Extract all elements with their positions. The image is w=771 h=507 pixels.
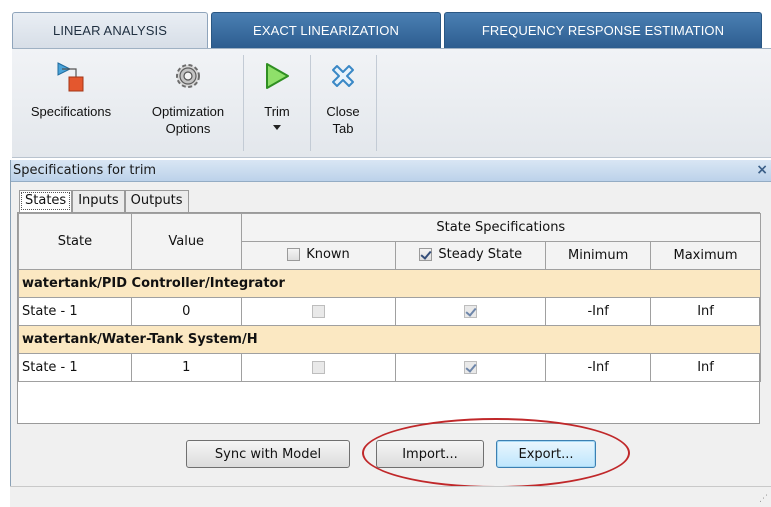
steady-state-cell (395, 297, 547, 326)
table-group-row: watertank/PID Controller/Integrator (18, 269, 761, 298)
export-button[interactable]: Export... (496, 440, 596, 468)
specifications-label: Specifications (30, 104, 112, 119)
panel-close-icon[interactable]: × (756, 162, 768, 178)
group-name: watertank/Water-Tank System/H (18, 325, 761, 354)
steady-state-checkbox[interactable] (464, 361, 478, 374)
value-cell[interactable]: 1 (130, 353, 242, 382)
steady-state-all-checkbox[interactable] (419, 247, 433, 261)
top-tab-strip: LINEAR ANALYSIS EXACT LINEARIZATION FREQ… (0, 0, 771, 48)
known-checkbox[interactable] (312, 361, 325, 374)
tab-inputs[interactable]: Inputs (72, 190, 125, 212)
import-button[interactable]: Import... (376, 440, 484, 468)
panel-title: Specifications for trim (13, 163, 157, 178)
specifications-button[interactable]: Specifications (12, 49, 130, 157)
tab-linear-analysis[interactable]: LINEAR ANALYSIS (12, 12, 208, 48)
table-row[interactable]: State - 1 0 -Inf Inf (18, 297, 761, 326)
col-header-state[interactable]: State (18, 213, 132, 270)
close-tab-button[interactable]: Close Tab (314, 49, 372, 157)
maximum-cell[interactable]: Inf (650, 353, 761, 382)
state-cell: State - 1 (18, 353, 132, 382)
optimization-options-label: Optimization Options (151, 104, 225, 136)
state-spec-table: State Value State Specifications Known S… (17, 212, 762, 424)
status-bar: ⋰ (10, 486, 771, 507)
value-cell[interactable]: 0 (130, 297, 242, 326)
col-header-maximum[interactable]: Maximum (650, 241, 761, 270)
table-group-row: watertank/Water-Tank System/H (18, 325, 761, 354)
trim-label: Trim (264, 104, 290, 119)
steady-state-checkbox[interactable] (464, 305, 478, 318)
known-label: Known (306, 246, 350, 262)
tab-exact-linearization[interactable]: EXACT LINEARIZATION (211, 12, 441, 48)
steady-state-label: Steady State (438, 246, 523, 262)
sub-tab-bar: States Inputs Outputs (19, 190, 189, 212)
col-header-value[interactable]: Value (130, 213, 242, 270)
resize-grip-icon[interactable]: ⋰ (759, 493, 768, 504)
optimization-options-button[interactable]: Optimization Options (138, 49, 238, 157)
tab-states[interactable]: States (19, 190, 73, 212)
toolstrip-separator (310, 55, 311, 151)
close-icon (329, 49, 357, 103)
maximum-cell[interactable]: Inf (650, 297, 761, 326)
tab-outputs[interactable]: Outputs (124, 190, 189, 212)
state-cell: State - 1 (18, 297, 132, 326)
known-cell (240, 353, 397, 382)
close-tab-label: Close Tab (326, 104, 360, 136)
sync-with-model-button[interactable]: Sync with Model (186, 440, 350, 468)
minimum-cell[interactable]: -Inf (545, 297, 652, 326)
gear-icon (173, 49, 203, 103)
panel-title-bar: Specifications for trim × (11, 160, 771, 182)
specifications-icon (54, 49, 88, 103)
minimum-cell[interactable]: -Inf (545, 353, 652, 382)
toolstrip-separator (376, 55, 377, 151)
group-name: watertank/PID Controller/Integrator (18, 269, 761, 298)
play-icon (262, 49, 292, 103)
table-row[interactable]: State - 1 1 -Inf Inf (18, 353, 761, 382)
tab-frequency-response-estimation[interactable]: FREQUENCY RESPONSE ESTIMATION (444, 12, 762, 48)
known-all-checkbox[interactable] (287, 247, 301, 261)
known-cell (240, 297, 397, 326)
toolstrip: Specifications Optimization Options Trim (12, 48, 771, 158)
toolstrip-separator (243, 55, 244, 151)
steady-state-cell (395, 353, 547, 382)
col-header-minimum[interactable]: Minimum (545, 241, 652, 270)
known-checkbox[interactable] (312, 305, 325, 318)
col-header-state-specifications: State Specifications (240, 213, 762, 242)
col-header-known[interactable]: Known (240, 241, 397, 270)
chevron-down-icon[interactable] (273, 125, 281, 130)
trim-button[interactable]: Trim (248, 49, 306, 157)
col-header-steady-state[interactable]: Steady State (395, 241, 547, 270)
